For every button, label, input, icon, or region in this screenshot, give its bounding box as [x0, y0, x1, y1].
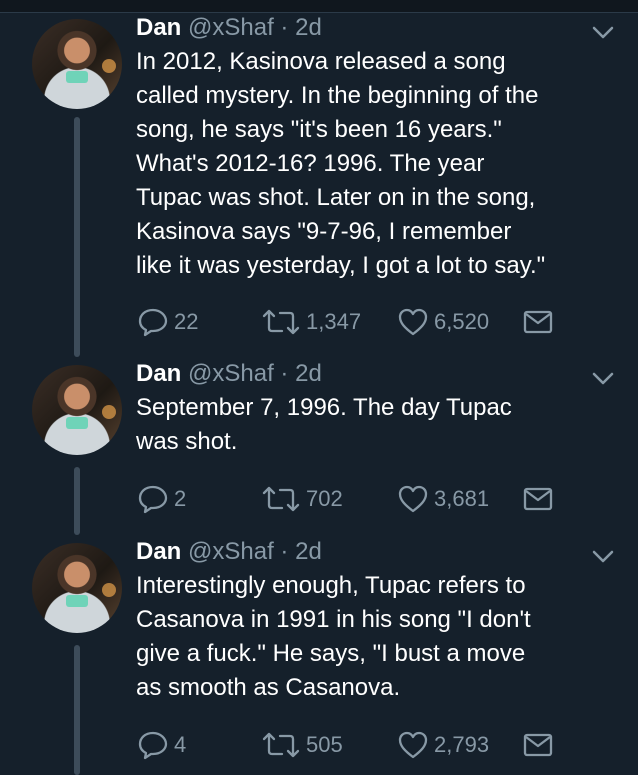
- retweet-count: 505: [306, 732, 343, 757]
- top-divider: [0, 0, 638, 13]
- chevron-down-icon[interactable]: [590, 365, 616, 391]
- reply-button[interactable]: 4: [136, 729, 186, 761]
- like-count: 2,793: [434, 732, 490, 757]
- envelope-icon: [523, 310, 553, 334]
- tweet-actions: 4 505 2,793: [136, 729, 606, 761]
- user-handle[interactable]: @xShaf: [188, 360, 274, 387]
- reply-count: 4: [174, 732, 187, 757]
- separator-dot: ·: [280, 14, 289, 41]
- reply-icon: [138, 485, 168, 514]
- chevron-down-icon[interactable]: [590, 19, 616, 45]
- retweet-button[interactable]: 702: [260, 483, 343, 515]
- retweet-icon: [262, 732, 300, 758]
- display-name[interactable]: Dan: [136, 538, 181, 565]
- tweet-header: Dan @xShaf · 2d: [136, 537, 606, 567]
- envelope-icon: [523, 733, 553, 757]
- message-button[interactable]: [522, 306, 554, 338]
- like-button[interactable]: 6,520: [396, 306, 489, 338]
- message-button[interactable]: [522, 729, 554, 761]
- like-count: 3,681: [434, 486, 490, 511]
- tweet-text: September 7, 1996. The day Tupac was sho…: [136, 394, 512, 455]
- timestamp[interactable]: 2d: [295, 14, 322, 41]
- thread-line: [74, 117, 80, 357]
- like-count: 6,520: [434, 309, 490, 334]
- reply-icon: [138, 308, 168, 337]
- tweet-actions: 2 702 3,681: [136, 483, 606, 515]
- separator-dot: ·: [280, 360, 289, 387]
- timestamp[interactable]: 2d: [295, 538, 322, 565]
- tweet-text: Interestingly enough, Tupac refers to Ca…: [136, 572, 531, 701]
- chevron-down-icon[interactable]: [590, 543, 616, 569]
- user-handle[interactable]: @xShaf: [188, 538, 274, 565]
- separator-dot: ·: [280, 538, 289, 565]
- avatar[interactable]: [32, 19, 122, 109]
- retweet-icon: [262, 309, 300, 335]
- retweet-button[interactable]: 505: [260, 729, 343, 761]
- retweet-count: 702: [306, 486, 343, 511]
- retweet-count: 1,347: [306, 309, 362, 334]
- avatar[interactable]: [32, 365, 122, 455]
- retweet-icon: [262, 486, 300, 512]
- reply-count: 22: [174, 309, 199, 334]
- thread-line: [74, 467, 80, 535]
- heart-icon: [398, 485, 428, 513]
- tweet-header: Dan @xShaf · 2d: [136, 13, 606, 43]
- reply-button[interactable]: 22: [136, 306, 198, 338]
- heart-icon: [398, 731, 428, 759]
- envelope-icon: [523, 487, 553, 511]
- tweet-header: Dan @xShaf · 2d: [136, 359, 606, 389]
- reply-icon: [138, 731, 168, 760]
- reply-button[interactable]: 2: [136, 483, 186, 515]
- timestamp[interactable]: 2d: [295, 360, 322, 387]
- thread-line: [74, 645, 80, 775]
- tweet-text: In 2012, Kasinova released a song called…: [136, 48, 546, 279]
- heart-icon: [398, 308, 428, 336]
- display-name[interactable]: Dan: [136, 360, 181, 387]
- user-handle[interactable]: @xShaf: [188, 14, 274, 41]
- tweet-actions: 22 1,347 6,520: [136, 306, 606, 338]
- reply-count: 2: [174, 486, 187, 511]
- display-name[interactable]: Dan: [136, 14, 181, 41]
- retweet-button[interactable]: 1,347: [260, 306, 361, 338]
- message-button[interactable]: [522, 483, 554, 515]
- like-button[interactable]: 3,681: [396, 483, 489, 515]
- avatar[interactable]: [32, 543, 122, 633]
- like-button[interactable]: 2,793: [396, 729, 489, 761]
